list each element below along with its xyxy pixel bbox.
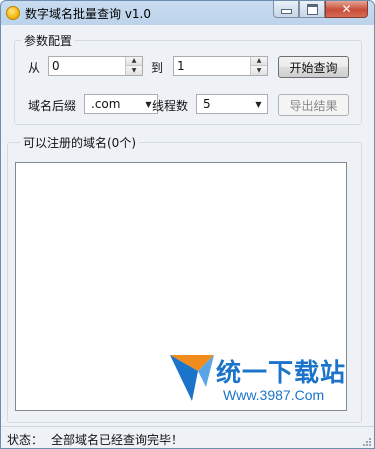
resize-grip-icon[interactable]: [362, 437, 372, 447]
watermark-name: 统一下载站: [216, 358, 347, 387]
results-group-label: 可以注册的域名(0个): [20, 134, 139, 151]
export-results-button[interactable]: 导出结果: [278, 94, 349, 116]
chevron-down-icon: ▼: [255, 99, 262, 109]
watermark-url: Www.3987.Com: [223, 387, 325, 403]
from-spin-up-icon[interactable]: ▲: [126, 57, 142, 66]
to-value: 1: [177, 59, 185, 73]
watermark-logo-icon: [170, 355, 214, 401]
close-icon: ✕: [341, 2, 352, 16]
from-spinbox[interactable]: 0 ▲ ▼: [48, 56, 143, 76]
status-label: 状态：: [7, 433, 44, 447]
suffix-select[interactable]: .com ▼: [84, 94, 158, 114]
minimize-button[interactable]: [273, 1, 299, 18]
start-query-button[interactable]: 开始查询: [278, 56, 349, 78]
available-domains-list[interactable]: 统一下载站 Www.3987.Com: [15, 162, 347, 411]
minimize-icon: [280, 9, 292, 14]
from-label: 从: [28, 61, 41, 75]
from-spin-down-icon[interactable]: ▼: [126, 66, 142, 75]
maximize-icon: [306, 3, 318, 15]
config-group-label: 参数配置: [21, 32, 76, 49]
window-title: 数字域名批量查询 v1.0: [25, 7, 152, 21]
suffix-value: .com: [91, 97, 121, 111]
to-spinbox[interactable]: 1 ▲ ▼: [173, 56, 268, 76]
threads-value: 5: [203, 97, 211, 111]
status-text: 全部域名已经查询完毕！: [51, 433, 184, 447]
to-label: 到: [151, 61, 164, 75]
threads-select[interactable]: 5 ▼: [196, 94, 268, 114]
close-button[interactable]: ✕: [325, 1, 368, 18]
to-spin-up-icon[interactable]: ▲: [251, 57, 267, 66]
watermark: 统一下载站 Www.3987.Com: [168, 351, 345, 406]
window-controls: ✕: [273, 1, 368, 19]
app-icon: [6, 6, 20, 20]
maximize-button[interactable]: [299, 1, 325, 18]
status-bar: 状态： 全部域名已经查询完毕！: [1, 426, 374, 448]
to-spin-down-icon[interactable]: ▼: [251, 66, 267, 75]
to-spin-arrows: ▲ ▼: [250, 57, 267, 75]
from-value: 0: [52, 59, 60, 73]
title-bar[interactable]: 数字域名批量查询 v1.0 ✕: [1, 1, 374, 25]
threads-label: 线程数: [152, 99, 189, 113]
app-window: 数字域名批量查询 v1.0 ✕ 参数配置 从 0 ▲ ▼ 到 1 ▲ ▼ 开始查…: [0, 0, 375, 449]
suffix-label: 域名后缀: [28, 99, 77, 113]
from-spin-arrows: ▲ ▼: [125, 57, 142, 75]
